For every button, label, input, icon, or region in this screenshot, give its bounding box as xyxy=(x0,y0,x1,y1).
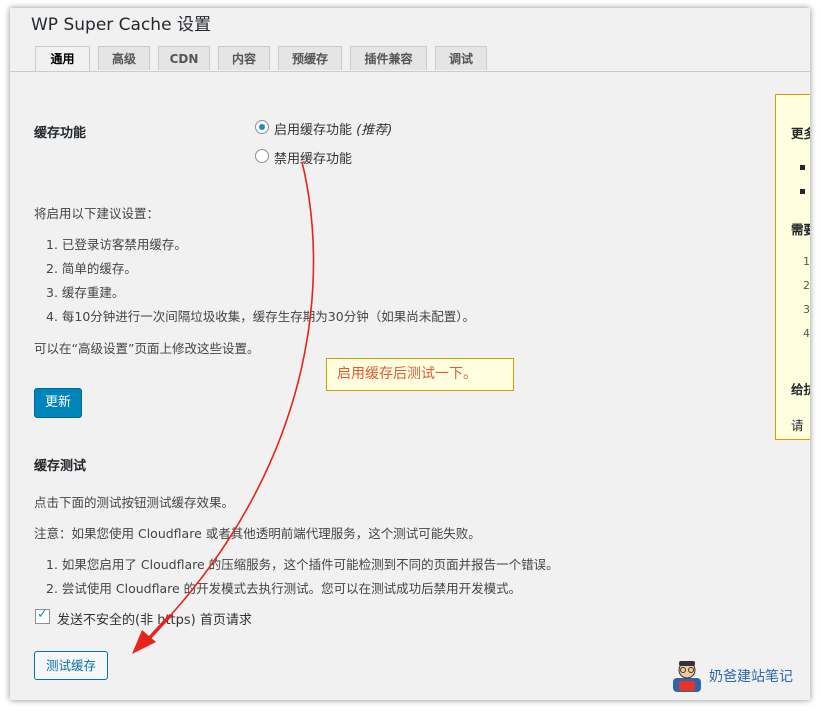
caching-on-label[interactable]: 启用缓存功能 (推荐) xyxy=(274,119,392,138)
recommend-note: 可以在“高级设置”页面上修改这些设置。 xyxy=(34,341,260,356)
insecure-request-label[interactable]: 发送不安全的(非 https) 首页请求 xyxy=(57,609,252,628)
cache-test-desc: 点击下面的测试按钮测试缓存效果。 xyxy=(34,495,235,510)
page-title: WP Super Cache 设置 xyxy=(31,15,211,35)
sidebar-panel: 更多 需要 1 2 3 4 给抗 请 xyxy=(775,94,810,440)
cache-test-item: 1. 如果您启用了 Cloudflare 的压缩服务，这个插件可能检测到不同的页… xyxy=(46,557,559,572)
tab-cdn[interactable]: CDN xyxy=(158,46,210,70)
recommend-item: 4. 每10分钟进行一次间隔垃圾收集，缓存生存期为30分钟（如果尚未配置）。 xyxy=(46,309,475,324)
caching-on-radio[interactable] xyxy=(255,120,269,134)
sidebar-heading: 给抗 xyxy=(791,382,810,397)
sidebar-heading: 更多 xyxy=(791,126,810,141)
recommend-item: 3. 缓存重建。 xyxy=(46,285,125,300)
watermark-text: 奶爸建站笔记 xyxy=(709,669,793,685)
bullet-icon xyxy=(800,189,805,194)
settings-window: WP Super Cache 设置 通用 高级 CDN 内容 预缓存 插件兼容 … xyxy=(10,8,810,700)
sidebar-number: 1 xyxy=(803,255,810,268)
sidebar-link[interactable]: 请 xyxy=(791,415,804,434)
insecure-request-checkbox[interactable] xyxy=(35,607,50,624)
tab-advanced[interactable]: 高级 xyxy=(98,46,150,70)
caching-label: 缓存功能 xyxy=(34,126,87,141)
mascot-icon xyxy=(673,661,701,692)
tab-preload[interactable]: 预缓存 xyxy=(278,46,342,70)
cache-test-label: 缓存测试 xyxy=(34,459,87,474)
recommend-item: 2. 简单的缓存。 xyxy=(46,261,137,276)
tab-divider xyxy=(10,71,810,72)
cache-test-warning: 注意：如果您使用 Cloudflare 或者其他透明前端代理服务，这个测试可能失… xyxy=(34,526,481,541)
tab-contents[interactable]: 内容 xyxy=(218,46,270,70)
cache-test-item: 2. 尝试使用 Cloudflare 的开发模式去执行测试。您可以在测试成功后禁… xyxy=(46,581,522,596)
sidebar-heading: 需要 xyxy=(791,222,810,237)
tab-debug[interactable]: 调试 xyxy=(435,46,487,70)
sidebar-number: 2 xyxy=(803,279,810,292)
tab-plugins[interactable]: 插件兼容 xyxy=(350,46,427,70)
recommend-item: 1. 已登录访客禁用缓存。 xyxy=(46,237,187,252)
sidebar-number: 4 xyxy=(803,327,810,340)
tab-general[interactable]: 通用 xyxy=(35,46,90,72)
caching-off-radio[interactable] xyxy=(255,149,269,163)
annotation-callout: 启用缓存后测试一下。 xyxy=(326,358,514,391)
sidebar-number: 3 xyxy=(803,303,810,316)
watermark: 奶爸建站笔记 xyxy=(667,656,807,696)
test-cache-button[interactable]: 测试缓存 xyxy=(34,651,108,680)
recommend-intro: 将启用以下建议设置： xyxy=(34,206,160,221)
update-button[interactable]: 更新 xyxy=(34,388,82,418)
bullet-icon xyxy=(800,165,805,170)
caching-off-label[interactable]: 禁用缓存功能 xyxy=(274,148,352,167)
